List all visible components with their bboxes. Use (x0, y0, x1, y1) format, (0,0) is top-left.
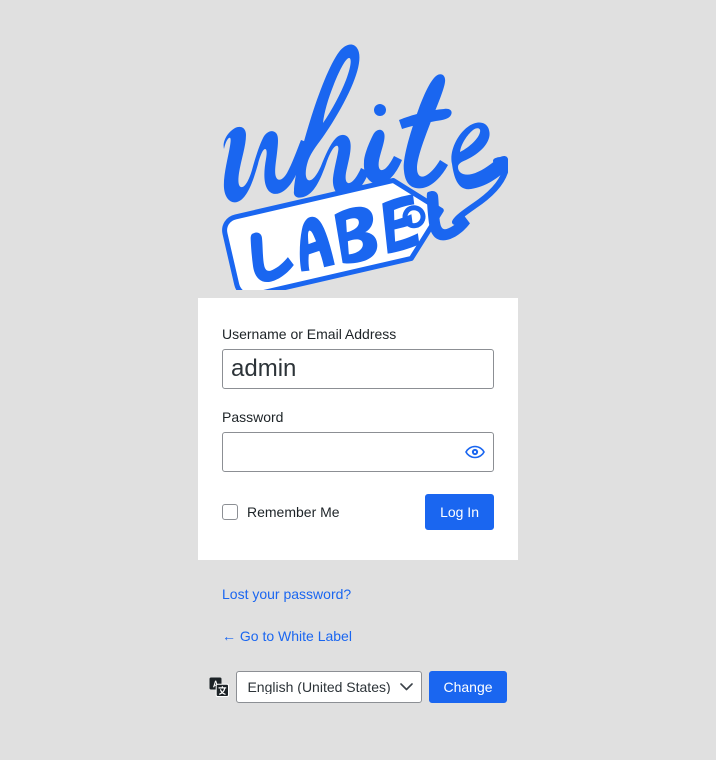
translate-icon (209, 677, 230, 697)
remember-me-label: Remember Me (247, 504, 340, 520)
form-footer: Remember Me Log In (222, 494, 494, 530)
white-label-logo (222, 44, 508, 290)
log-in-button[interactable]: Log In (425, 494, 494, 530)
remember-me-checkbox[interactable] (222, 504, 238, 520)
eye-icon (465, 445, 485, 459)
login-page: Username or Email Address Password Remem… (0, 0, 716, 760)
site-logo-link[interactable] (208, 28, 508, 290)
language-switcher: English (United States) Change (209, 671, 507, 703)
password-input[interactable] (222, 432, 494, 472)
language-select[interactable]: English (United States) (236, 671, 423, 703)
login-form: Username or Email Address Password Remem… (198, 298, 518, 560)
username-input[interactable] (222, 349, 494, 389)
change-language-button[interactable]: Change (429, 671, 507, 703)
username-field-wrap (222, 349, 494, 389)
remember-me-control[interactable]: Remember Me (222, 504, 340, 520)
language-select-shell: English (United States) (236, 671, 423, 703)
back-to-site-link[interactable]: ← Go to White Label (222, 626, 494, 647)
password-field-wrap (222, 432, 494, 472)
username-label: Username or Email Address (222, 326, 397, 342)
show-password-button[interactable] (457, 433, 493, 471)
password-label: Password (222, 409, 284, 425)
login-nav-links: Lost your password? ← Go to White Label (198, 584, 518, 647)
lost-password-link[interactable]: Lost your password? (222, 584, 494, 605)
